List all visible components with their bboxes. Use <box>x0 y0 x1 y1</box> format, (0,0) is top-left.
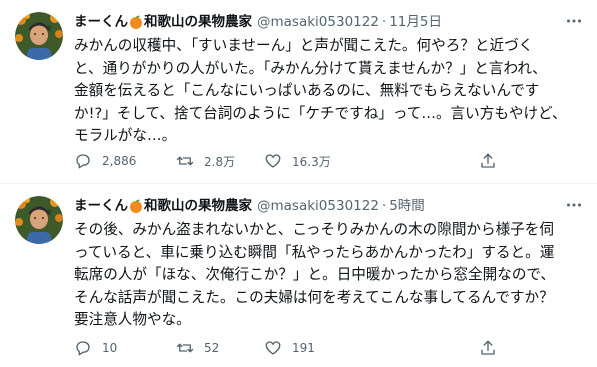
share-icon <box>481 340 495 355</box>
display-name[interactable]: まーくん <box>74 12 128 32</box>
like-icon <box>265 341 281 355</box>
orange-emoji-icon <box>130 15 142 29</box>
reply-button[interactable]: 10 <box>74 337 117 359</box>
like-button[interactable]: 191 <box>264 337 315 359</box>
reply-icon <box>76 341 90 356</box>
tweet-text-line: そんな話声が聞こえた。この夫婦は何を考えてこんな事してるんですか？ <box>74 288 554 306</box>
avatar-photo <box>15 12 63 60</box>
tweet-timestamp[interactable]: 5時間 <box>389 196 425 216</box>
avatar[interactable] <box>15 12 63 60</box>
tweet-text-line: 金額を伝えると「こんなにいっぱいあるのに、無料でもらえないんです <box>74 82 540 99</box>
display-name[interactable]: まーくん <box>74 196 128 216</box>
display-name-suffix[interactable]: 和歌山の果物農家 <box>144 12 252 32</box>
more-options-button[interactable] <box>563 10 585 32</box>
tweet-text-line: 転席の人が「ほな、次俺行こか？」と。日中暖かったから窓全開なので、 <box>74 266 556 283</box>
tweet-text-line: と、通りがかりの人がいた。「みかん分けて貰えませんか？」と言われ、 <box>74 59 547 77</box>
tweet-text: みかんの収穫中、「すいませーん」と声が聞こえた。何やろ？と近づく と、通りがかり… <box>74 35 589 148</box>
share-icon <box>481 153 495 168</box>
retweet-icon <box>176 343 194 353</box>
avatar[interactable] <box>15 196 63 244</box>
tweet-header: まーくん 和歌山の果物農家 @masaki0530122 · 5時間 <box>74 196 425 216</box>
tweet-text-line: モラルがな…。 <box>74 127 177 144</box>
tweet-header: まーくん 和歌山の果物農家 @masaki0530122 · 11月5日 <box>74 12 442 32</box>
tweet-text-line: 要注意人物やな。 <box>74 311 191 328</box>
tweet-text: その後、みかん盗まれないかと、こっそりみかんの木の隙間から様子を伺 っていると、… <box>74 219 589 332</box>
reply-count: 2,886 <box>102 154 137 168</box>
tweet-actions: 10 52 191 <box>74 337 504 359</box>
like-count: 191 <box>292 341 315 355</box>
retweet-count: 52 <box>204 341 220 355</box>
timeline: まーくん 和歌山の果物農家 @masaki0530122 · 11月5日 みかん… <box>0 0 597 367</box>
retweet-count: 2.8万 <box>204 154 236 169</box>
tweet-timestamp[interactable]: 11月5日 <box>389 12 442 32</box>
tweet-text-line: その後、みかん盗まれないかと、こっそりみかんの木の隙間から様子を伺 <box>74 221 554 238</box>
retweet-button[interactable]: 2.8万 <box>176 150 235 172</box>
tweet[interactable]: まーくん 和歌山の果物農家 @masaki0530122 · 5時間 その後、み… <box>0 184 597 367</box>
share-button[interactable] <box>479 337 497 359</box>
reply-button[interactable]: 2,886 <box>74 150 136 172</box>
like-button[interactable]: 16.3万 <box>264 150 331 172</box>
avatar-photo <box>15 196 63 244</box>
tweet-text-line: か!?」そして、捨て台詞のように「ケチですね」って…。言い方もやけど、 <box>74 104 567 122</box>
like-icon <box>265 154 281 168</box>
reply-icon <box>76 154 90 169</box>
orange-emoji-icon <box>130 199 142 213</box>
more-icon <box>567 203 581 207</box>
tweet[interactable]: まーくん 和歌山の果物農家 @masaki0530122 · 11月5日 みかん… <box>0 0 597 184</box>
retweet-button[interactable]: 52 <box>176 337 219 359</box>
retweet-icon <box>176 156 194 166</box>
tweet-text-line: みかんの収穫中、「すいませーん」と声が聞こえた。何やろ？と近づく <box>74 37 534 54</box>
tweet-actions: 2,886 2.8万 16.3万 <box>74 150 504 172</box>
user-handle[interactable]: @masaki0530122 <box>257 196 379 216</box>
like-count: 16.3万 <box>292 154 331 169</box>
separator-dot: · <box>381 198 387 214</box>
share-button[interactable] <box>479 150 497 172</box>
more-options-button[interactable] <box>563 194 585 216</box>
more-icon <box>567 19 581 23</box>
reply-count: 10 <box>102 341 118 355</box>
display-name-suffix[interactable]: 和歌山の果物農家 <box>144 196 252 216</box>
tweet-text-line: っていると、車に乗り込む瞬間「私やったらあかんかったわ」すると。運 <box>74 243 555 261</box>
separator-dot: · <box>381 14 387 30</box>
user-handle[interactable]: @masaki0530122 <box>257 12 379 32</box>
